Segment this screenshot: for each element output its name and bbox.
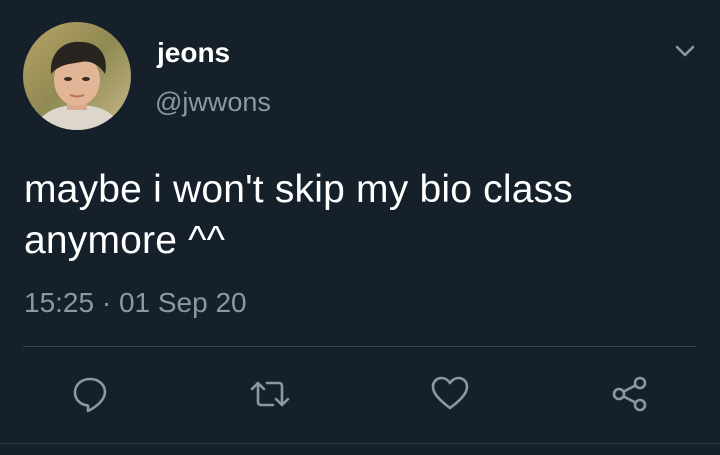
like-button[interactable] [426, 370, 474, 418]
divider [23, 346, 696, 347]
reply-button[interactable] [66, 370, 114, 418]
tweet-menu-button[interactable] [670, 38, 700, 64]
tweet-text: maybe i won't skip my bio class anymore … [24, 168, 574, 262]
share-icon [612, 376, 647, 412]
profile-photo-icon [23, 22, 131, 130]
retweet-icon [250, 381, 290, 407]
heart-icon [431, 376, 469, 410]
tweet-timestamp[interactable]: 15:25 · 01 Sep 20 [24, 285, 247, 321]
author-display-name[interactable]: jeons [157, 37, 230, 69]
chevron-down-icon [675, 45, 695, 57]
retweet-button[interactable] [246, 370, 294, 418]
tweet-actions [0, 370, 720, 420]
bottom-divider [0, 443, 720, 444]
reply-icon [73, 377, 107, 413]
share-button[interactable] [606, 370, 654, 418]
author-handle[interactable]: @jwwons [155, 86, 271, 118]
avatar[interactable] [23, 22, 131, 130]
